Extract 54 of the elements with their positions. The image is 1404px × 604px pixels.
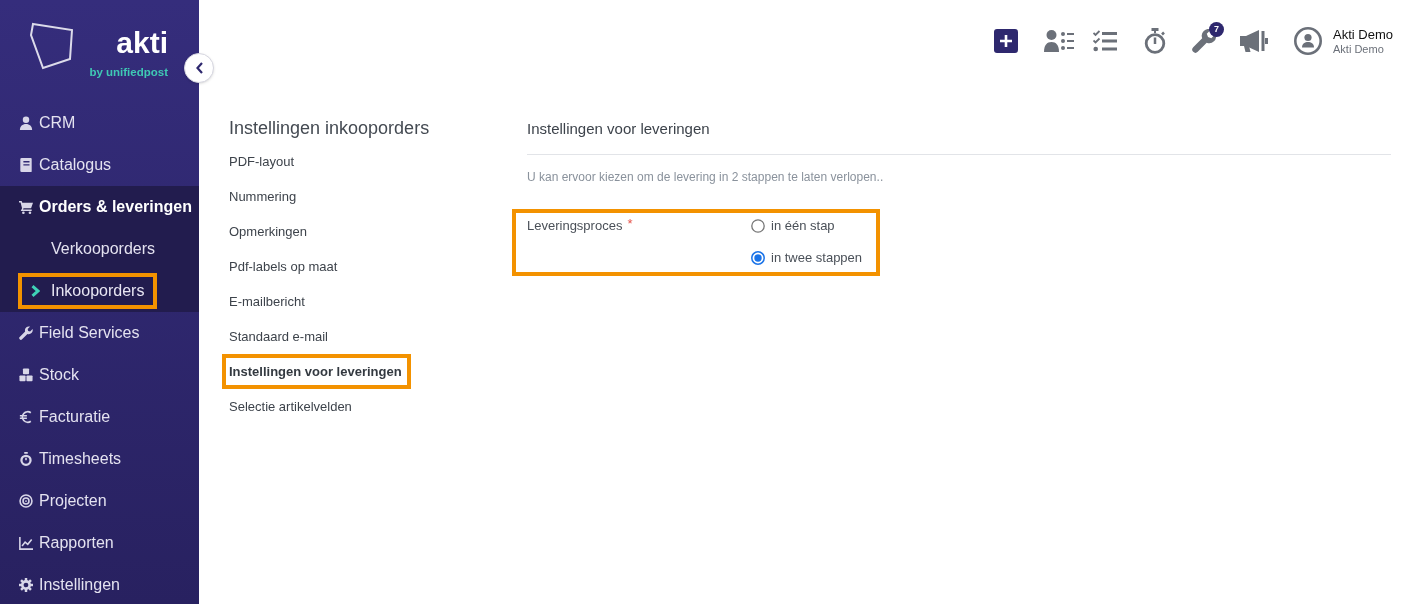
panel-title: Instellingen voor leveringen bbox=[527, 120, 711, 138]
radio-button[interactable] bbox=[751, 251, 765, 265]
target-icon bbox=[19, 494, 33, 508]
sidebar-item[interactable]: Instellingen bbox=[0, 564, 199, 604]
chevron-right-icon bbox=[31, 285, 40, 297]
settings-menu-item[interactable]: Opmerkingen bbox=[222, 214, 317, 249]
stopwatch-icon bbox=[19, 452, 33, 466]
user-name: Akti Demo bbox=[1333, 26, 1393, 42]
panel-description: U kan ervoor kiezen om de levering in 2 stappen te laten verlopen.. bbox=[527, 169, 885, 185]
chevron-left-icon bbox=[195, 62, 203, 74]
radio-option[interactable]: in één stap bbox=[751, 218, 863, 234]
settings-menu-item[interactable]: Nummering bbox=[222, 179, 306, 214]
add-button[interactable] bbox=[994, 29, 1019, 53]
pentagon-logo-icon bbox=[30, 22, 74, 70]
plus-icon bbox=[1000, 35, 1013, 47]
stopwatch-icon[interactable] bbox=[1144, 28, 1167, 54]
settings-menu-title: Instellingen inkooporders bbox=[229, 117, 431, 139]
cart-icon bbox=[19, 200, 33, 214]
notification-badge: 7 bbox=[1209, 22, 1225, 37]
sidebar-item[interactable]: Projecten bbox=[0, 480, 199, 522]
settings-menu-item[interactable]: Standaard e-mail bbox=[222, 319, 337, 354]
sidebar-item[interactable]: Catalogus bbox=[0, 144, 199, 186]
logo-tagline: by unifiedpost bbox=[89, 65, 168, 79]
line-chart-icon bbox=[19, 536, 33, 550]
settings-menu-item[interactable]: PDF-layout bbox=[222, 144, 304, 179]
sidebar-item[interactable]: Timesheets bbox=[0, 438, 199, 480]
contact-list-icon[interactable] bbox=[1044, 30, 1075, 52]
logo-wordmark: akti bbox=[116, 28, 168, 58]
sidebar-item[interactable]: CRM bbox=[0, 102, 199, 144]
sidebar-item[interactable]: Field Services bbox=[0, 312, 199, 354]
radio-option[interactable]: in twee stappen bbox=[751, 250, 863, 266]
book-icon bbox=[19, 158, 33, 172]
megaphone-icon[interactable] bbox=[1240, 30, 1269, 52]
settings-menu-item[interactable]: E-mailbericht bbox=[222, 284, 314, 319]
sidebar-item[interactable]: Orders & leveringen bbox=[0, 186, 199, 228]
user-account: Akti Demo bbox=[1333, 42, 1384, 56]
field-label: Leveringsproces bbox=[527, 218, 623, 234]
sidebar-subitem[interactable]: Verkooporders bbox=[18, 231, 157, 267]
user-avatar-icon[interactable] bbox=[1294, 27, 1323, 55]
settings-menu-item[interactable]: Selectie artikelvelden bbox=[222, 389, 361, 424]
sidebar-item[interactable]: Facturatie bbox=[0, 396, 199, 438]
settings-menu-item[interactable]: Instellingen voor leveringen bbox=[222, 354, 411, 389]
person-icon bbox=[19, 116, 33, 130]
settings-menu-item[interactable]: Pdf-labels op maat bbox=[222, 249, 347, 284]
required-mark: * bbox=[627, 218, 633, 230]
gear-icon bbox=[19, 578, 33, 592]
sidebar-item[interactable]: Rapporten bbox=[0, 522, 199, 564]
radio-button[interactable] bbox=[751, 219, 765, 233]
wrench-icon bbox=[19, 326, 33, 340]
cubes-icon bbox=[19, 368, 33, 382]
checklist-icon[interactable] bbox=[1093, 30, 1118, 52]
sidebar-item[interactable]: Stock bbox=[0, 354, 199, 396]
euro-icon bbox=[19, 410, 33, 424]
sidebar-subitem[interactable]: Inkooporders bbox=[18, 273, 157, 309]
